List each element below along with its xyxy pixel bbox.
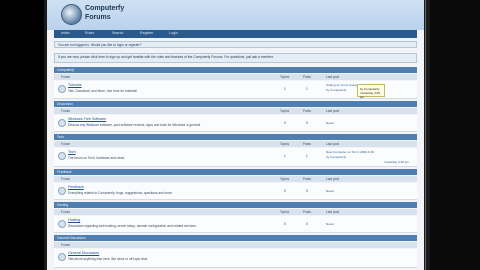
forum-desc: Discuss any Windows software, post softw… [68, 123, 202, 127]
column-header-row: Forum [54, 242, 417, 248]
right-black-border [430, 0, 480, 270]
site-title-line1: Computerfy [85, 5, 125, 12]
col-last-post: Last post [326, 210, 339, 214]
window-edge-line [425, 0, 426, 270]
forum-row-general: General Discussion Talk about anything e… [54, 249, 417, 268]
forum-row-hosting: Hosting Discussion regarding web hosting… [54, 216, 417, 233]
category-header-discussion[interactable]: Discussion [54, 101, 417, 107]
col-topics: Topics [280, 109, 290, 113]
column-header-row: Forum Topics Posts Last post [54, 209, 417, 215]
category-header-hosting[interactable]: Hosting [54, 202, 417, 208]
column-header-row: Forum Topics Posts Last post [54, 176, 417, 182]
col-posts: Posts [303, 109, 311, 113]
last-post-date: Yesterday 3:48 pm [384, 160, 409, 164]
forum-link-tutorials[interactable]: Tutorials [68, 83, 82, 87]
nav-item-rules[interactable]: Rules [85, 31, 94, 35]
posts-count: 0 [306, 121, 308, 125]
welcome-notice: If you are new, please click here to sig… [54, 53, 417, 63]
column-header-row: Forum Topics Posts Last post [54, 74, 417, 80]
tooltip-line2: Yesterday 4:06 pm [360, 91, 380, 99]
left-black-border [0, 0, 44, 270]
last-post-author[interactable]: by Computerfy [326, 88, 346, 92]
globe-logo-icon[interactable] [61, 4, 82, 25]
col-last-post: Last post [326, 142, 339, 146]
col-forum: Forum [61, 142, 71, 146]
category-header-computerfy[interactable]: Computerfy [54, 67, 417, 73]
forum-desc: Discussion regarding web hosting, server… [68, 224, 197, 228]
forum-link-tech[interactable]: Tech [68, 150, 76, 154]
forum-link-windows-software[interactable]: Windows Free Software [68, 117, 106, 121]
nav-item-register[interactable]: Register [140, 31, 153, 35]
col-topics: Topics [280, 75, 290, 79]
forum-desc: Everything related to Computerfy: bugs, … [68, 191, 173, 195]
forum-status-icon [58, 220, 66, 228]
last-post-never: Never [326, 222, 335, 226]
last-post-never: Never [326, 189, 335, 193]
col-forum: Forum [61, 177, 71, 181]
col-topics: Topics [280, 177, 290, 181]
forum-desc: The forum on Tech, hardware and news. [68, 156, 125, 160]
site-header: Computerfy Forums [47, 0, 424, 30]
nav-item-index[interactable]: Index [61, 31, 70, 35]
forum-status-icon [58, 187, 66, 195]
posts-count: 0 [306, 222, 308, 226]
col-topics: Topics [280, 142, 290, 146]
main-navbar: Index Rules Search Register Login [54, 30, 417, 38]
topics-count: 0 [284, 121, 286, 125]
col-posts: Posts [303, 210, 311, 214]
last-post-link[interactable]: New Computer on Oct 1 2009 4:46 [326, 150, 374, 154]
category-header-feedback[interactable]: Feedback [54, 169, 417, 175]
col-posts: Posts [303, 177, 311, 181]
forum-row-tech: Tech The forum on Tech, hardware and new… [54, 148, 417, 167]
forum-link-hosting[interactable]: Hosting [68, 218, 80, 222]
col-topics: Topics [280, 210, 290, 214]
col-forum: Forum [61, 109, 71, 113]
col-last-post: Last post [326, 109, 339, 113]
column-header-row: Forum Topics Posts Last post [54, 108, 417, 114]
site-title-line2: Forums [85, 14, 111, 21]
hover-tooltip: by Computerfy Yesterday 4:06 pm [357, 84, 385, 99]
forum-desc: Talk about anything else here, like news… [68, 257, 148, 261]
forum-status-icon [58, 119, 66, 127]
col-posts: Posts [303, 142, 311, 146]
col-forum: Forum [61, 243, 71, 247]
site-title[interactable]: Computerfy Forums [85, 4, 124, 22]
forum-page: Computerfy Forums Index Rules Search Reg… [47, 0, 424, 270]
topics-count: 0 [284, 222, 286, 226]
forum-row-feedback: Feedback Everything related to Computerf… [54, 183, 417, 200]
last-post-author[interactable]: by Computerfy [326, 155, 346, 159]
last-post-never: Never [326, 121, 335, 125]
column-header-row: Forum Topics Posts Last post [54, 141, 417, 147]
forum-status-icon [58, 85, 66, 93]
topics-count: 1 [284, 87, 286, 91]
category-header-general[interactable]: General Discussion [54, 235, 417, 241]
forum-row-windows-software: Windows Free Software Discuss any Window… [54, 115, 417, 132]
login-notice: You are not logged in. Would you like to… [54, 41, 417, 48]
forum-status-icon [58, 152, 66, 160]
topics-count: 1 [284, 154, 286, 158]
welcome-notice-text: If you are new, please click here to sig… [58, 55, 274, 59]
forum-desc: Talk, Download, and More, Use here for t… [68, 89, 138, 93]
login-notice-text: You are not logged in. Would you like to… [58, 43, 142, 47]
nav-item-search[interactable]: Search [112, 31, 123, 35]
col-last-post: Last post [326, 177, 339, 181]
posts-count: 0 [306, 189, 308, 193]
category-header-tech[interactable]: Tech [54, 134, 417, 140]
col-last-post: Last post [326, 75, 339, 79]
forum-link-feedback[interactable]: Feedback [68, 185, 84, 189]
forum-status-icon [58, 253, 66, 261]
nav-item-login[interactable]: Login [169, 31, 178, 35]
posts-count: 1 [306, 154, 308, 158]
posts-count: 1 [306, 87, 308, 91]
col-forum: Forum [61, 75, 71, 79]
forum-link-general[interactable]: General Discussion [68, 251, 99, 255]
col-posts: Posts [303, 75, 311, 79]
col-forum: Forum [61, 210, 71, 214]
topics-count: 0 [284, 189, 286, 193]
